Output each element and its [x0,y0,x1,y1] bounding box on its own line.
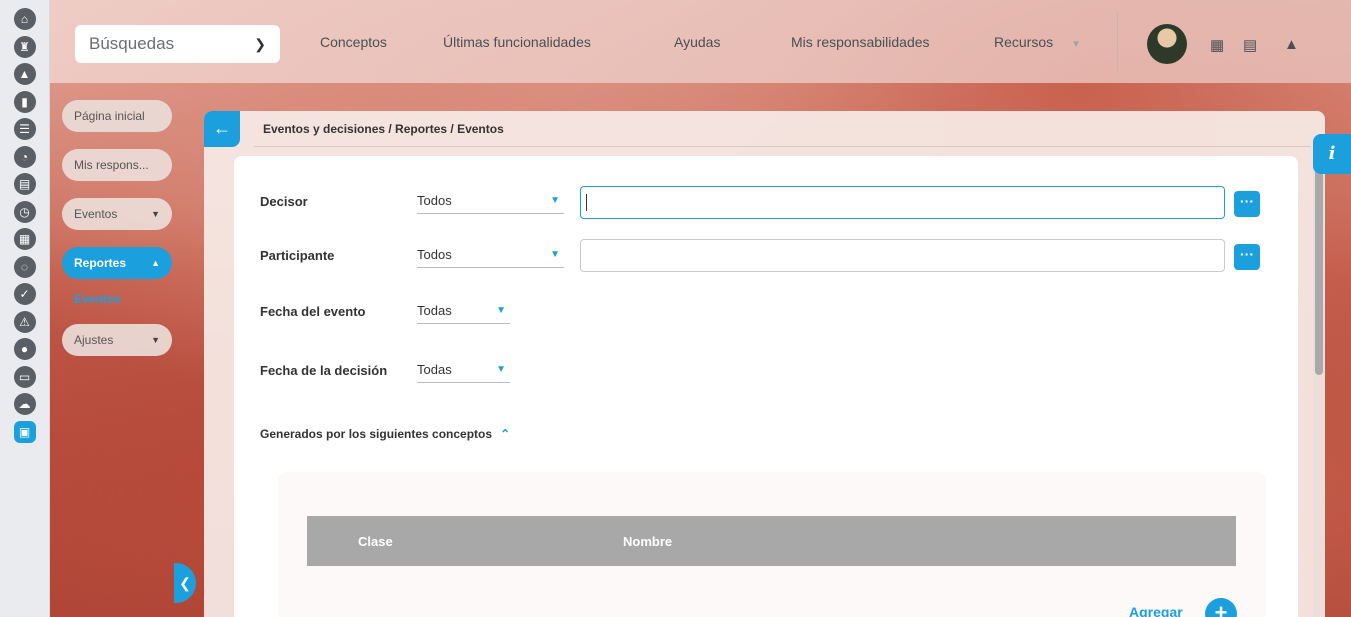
breadcrumb: Eventos y decisiones / Reportes / Evento… [263,122,504,136]
participante-label: Participante [260,248,335,263]
calendar-icon[interactable]: ▦ [1210,36,1224,54]
caret-down-icon: ▼ [151,209,160,219]
clock-icon[interactable]: ◷ [13,200,36,223]
presentation-icon[interactable]: ▭ [13,365,36,388]
caret-up-icon: ▲ [151,258,160,268]
participante-select-value: Todos [417,247,452,262]
nav-mis-responsabilidades[interactable]: Mis responsabilidades [791,34,930,50]
menu-label: Ajustes [74,333,114,347]
menu-ajustes[interactable]: Ajustes ▼ [62,324,172,356]
caret-down-icon: ▼ [550,249,560,260]
cloud-icon[interactable]: ☁ [13,393,36,415]
nav-ultimas-funcionalidades[interactable]: Últimas funcionalidades [443,34,591,50]
breadcrumb-divider [254,146,1311,147]
menu-sub-eventos[interactable]: Eventos [62,292,172,306]
decisor-input[interactable] [580,186,1225,219]
participante-input[interactable] [580,239,1225,272]
concepts-table-header: Clase Nombre [307,516,1236,566]
cycle-icon[interactable]: ◌ [13,255,36,278]
decisor-select[interactable]: Todos ▼ [417,192,564,214]
search-label: Búsquedas [89,34,175,53]
menu-eventos[interactable]: Eventos ▼ [62,198,172,230]
header-divider [1117,12,1118,70]
menu-label: Eventos [74,207,118,221]
add-button[interactable]: + [1205,598,1237,617]
fecha-decision-select-value: Todas [417,362,452,377]
user-icon[interactable]: ▲ [13,63,36,85]
participante-select[interactable]: Todos ▼ [417,246,564,268]
caret-down-icon: ▼ [151,335,160,345]
bar-chart-icon[interactable]: ▮ [13,90,36,113]
menu-label: Mis respons... [74,158,149,172]
document-icon[interactable]: ▦ [13,228,36,250]
decisor-more-button[interactable]: ··· [1234,191,1260,217]
warning-icon[interactable]: ⚠ [13,310,36,333]
column-header-nombre[interactable]: Nombre [623,534,672,549]
fecha-evento-select[interactable]: Todas ▼ [417,302,510,324]
scrollbar-thumb[interactable] [1315,150,1323,375]
decisor-label: Decisor [260,194,308,209]
fecha-decision-select[interactable]: Todas ▼ [417,361,510,383]
chevron-up-icon: ⌃ [500,427,511,441]
collapse-menu-button[interactable]: ❮ [174,563,196,603]
bell-icon[interactable]: ▲ [1284,36,1299,53]
avatar[interactable] [1147,24,1187,64]
menu-pagina-inicial[interactable]: Página inicial [62,100,172,132]
participante-more-button[interactable]: ··· [1234,244,1260,270]
menu-label: Página inicial [74,109,145,123]
caret-down-icon: ▼ [550,195,560,206]
menu-label: Reportes [74,256,127,270]
list-icon[interactable]: ☰ [13,118,36,140]
nav-ayudas[interactable]: Ayudas [674,34,720,50]
decisor-select-value: Todos [417,193,452,208]
chevron-down-icon: ❯ [254,35,266,52]
check-icon[interactable]: ✓ [13,283,36,305]
nav-recursos[interactable]: Recursos ▼ [994,34,1081,50]
menu-reportes[interactable]: Reportes ▲ [62,247,172,279]
caret-down-icon: ▼ [1071,39,1082,50]
main-panel: ← Eventos y decisiones / Reportes / Even… [204,111,1325,617]
menu-mis-respons[interactable]: Mis respons... [62,149,172,181]
column-header-clase[interactable]: Clase [358,534,393,549]
caret-down-icon: ▼ [496,305,506,316]
comments-icon[interactable]: ● [13,338,36,360]
back-button[interactable]: ← [204,111,240,147]
nav-conceptos[interactable]: Conceptos [320,34,387,50]
calendar-icon[interactable]: ▣ [13,420,36,443]
top-header: Búsquedas ❯ Conceptos Últimas funcionali… [50,0,1351,83]
book-icon[interactable]: ▤ [13,173,36,195]
home-icon[interactable]: ⌂ [13,8,36,30]
caret-down-icon: ▼ [496,364,506,375]
info-button[interactable]: i [1313,134,1351,174]
pie-chart-icon[interactable]: ◔ [13,145,36,168]
book-icon[interactable]: ▤ [1243,36,1257,54]
nav-recursos-label: Recursos [994,34,1054,50]
tower-icon[interactable]: ♜ [13,35,36,58]
filter-form: Decisor Todos ▼ ··· Participante Todos ▼… [234,156,1298,617]
search-dropdown[interactable]: Búsquedas ❯ [75,25,280,63]
secondary-menu: Página inicial Mis respons... Eventos ▼ … [62,100,172,373]
concepts-card: Clase Nombre Agregar + [278,472,1266,617]
concepts-section-toggle[interactable]: Generados por los siguientes conceptos ⌃ [260,427,510,441]
fecha-evento-select-value: Todas [417,303,452,318]
concepts-section-title: Generados por los siguientes conceptos [260,427,493,441]
fecha-decision-label: Fecha de la decisión [260,363,388,378]
icon-rail: ⌂ ♜ ▲ ▮ ☰ ◔ ▤ ◷ ▦ ◌ ✓ ⚠ ● ▭ ☁ ▣ [0,0,50,617]
add-label[interactable]: Agregar [1129,604,1183,617]
fecha-evento-label: Fecha del evento [260,304,366,319]
